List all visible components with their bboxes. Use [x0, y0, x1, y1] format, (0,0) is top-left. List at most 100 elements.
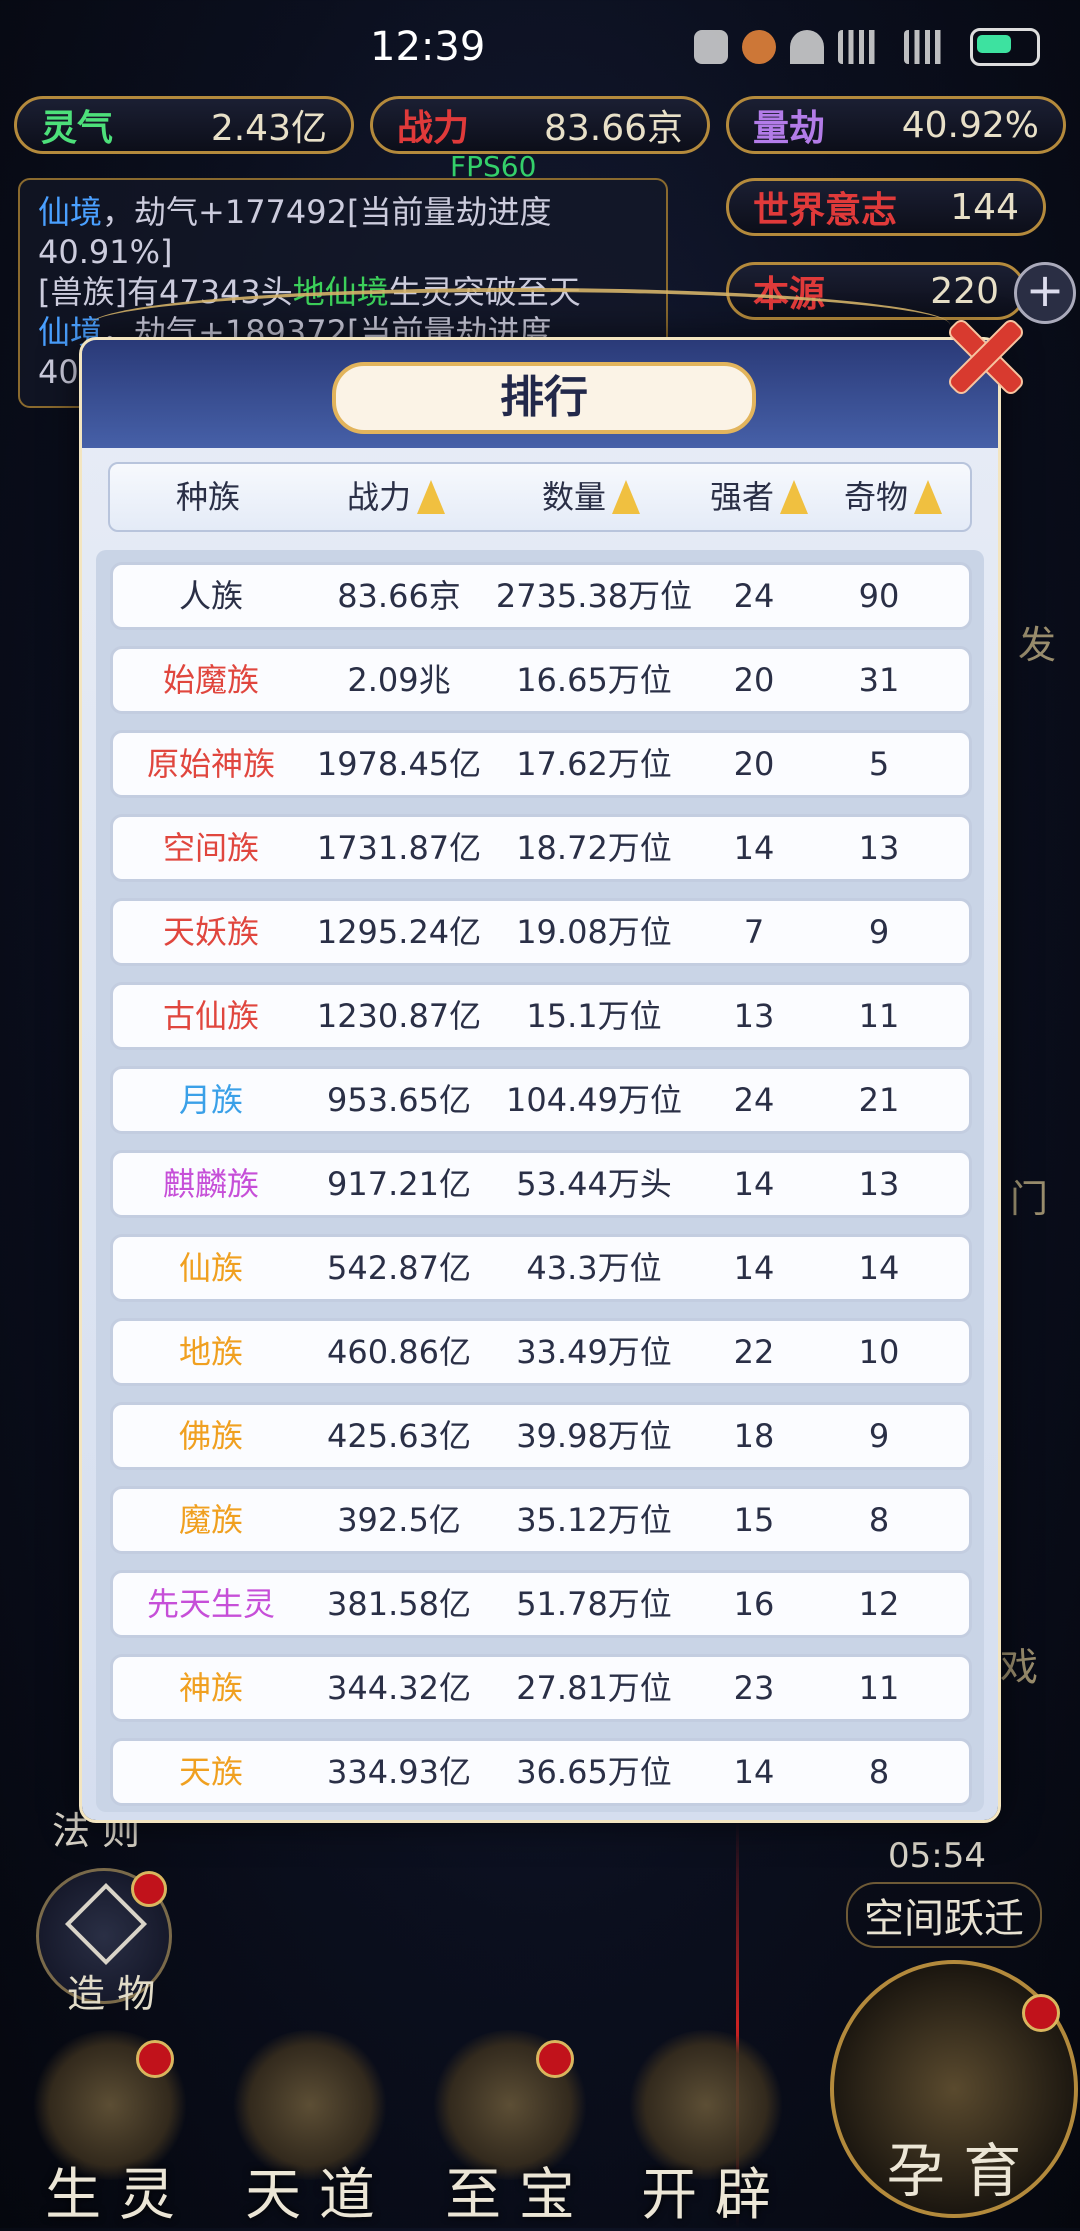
sort-arrow-icon — [417, 480, 445, 514]
header-power-sort[interactable]: 战力 — [306, 464, 486, 530]
log-line: 仙境，劫气+177492[当前量劫进度40.91%] — [38, 193, 552, 271]
nav-label: 至 宝 — [445, 2163, 575, 2228]
cell-count: 43.3万位 — [526, 1249, 662, 1287]
status-icons — [694, 28, 1040, 66]
cell-power: 1230.87亿 — [316, 997, 482, 1035]
cell-race: 古仙族 — [162, 997, 259, 1035]
nav-label: 开 辟 — [641, 2163, 771, 2228]
cell-strong: 14 — [733, 829, 775, 867]
table-row[interactable]: 天族 334.93亿 36.65万位 14 8 — [110, 1738, 972, 1806]
resource-lingqi: 灵气 2.43亿 — [14, 96, 354, 154]
ranking-list[interactable]: 人族 83.66京 2735.38万位 24 90 始魔族 2.09兆 16.65万位 20 31… — [96, 550, 984, 1812]
notification-dot — [131, 1871, 167, 1907]
cell-strong: 20 — [733, 745, 775, 783]
leap-timer: 05:54 — [888, 1836, 986, 1876]
cell-count: 19.08万位 — [516, 913, 672, 951]
cell-strong: 7 — [743, 913, 765, 951]
cell-strong: 13 — [733, 997, 775, 1035]
resource-value: 144 — [950, 186, 1019, 228]
table-row[interactable]: 地族 460.86亿 33.49万位 22 10 — [110, 1318, 972, 1386]
wifi-icon — [790, 30, 824, 64]
cell-power: 334.93亿 — [327, 1753, 471, 1791]
modal-header: 排行 — [82, 340, 998, 448]
cell-items: 11 — [858, 1669, 900, 1707]
header-items-sort[interactable]: 奇物 — [822, 464, 964, 530]
cell-race: 仙族 — [178, 1249, 243, 1287]
table-row[interactable]: 月族 953.65亿 104.49万位 24 21 — [110, 1066, 972, 1134]
notification-dot — [536, 2040, 574, 2078]
nav-tiandao[interactable]: 天 道 — [220, 2030, 400, 2228]
table-row[interactable]: 麒麟族 917.21亿 53.44万头 14 13 — [110, 1150, 972, 1218]
cell-count: 18.72万位 — [516, 829, 672, 867]
resource-value: 2.43亿 — [210, 108, 327, 149]
table-row[interactable]: 先天生灵 381.58亿 51.78万位 16 12 — [110, 1570, 972, 1638]
header-strong-sort[interactable]: 强者 — [696, 464, 822, 530]
nav-zhibao[interactable]: 至 宝 — [420, 2030, 600, 2228]
cell-race: 地族 — [178, 1333, 243, 1371]
alarm-icon — [742, 30, 776, 64]
cell-items: 31 — [858, 661, 900, 699]
cell-items: 8 — [868, 1753, 890, 1791]
header-race[interactable]: 种族 — [110, 464, 306, 530]
cell-power: 425.63亿 — [327, 1417, 471, 1455]
cell-strong: 20 — [733, 661, 775, 699]
cell-race: 天族 — [178, 1753, 243, 1791]
notification-dot — [136, 2040, 174, 2078]
nav-label: 生 灵 — [45, 2163, 175, 2228]
header-count-sort[interactable]: 数量 — [486, 464, 696, 530]
cell-race: 魔族 — [178, 1501, 243, 1539]
sort-arrow-icon — [780, 480, 808, 514]
table-row[interactable]: 始魔族 2.09兆 16.65万位 20 31 — [110, 646, 972, 714]
cell-power: 460.86亿 — [327, 1333, 471, 1371]
cell-power: 542.87亿 — [327, 1249, 471, 1287]
cell-count: 2735.38万位 — [495, 577, 693, 615]
cell-power: 1731.87亿 — [316, 829, 482, 867]
cell-count: 51.78万位 — [516, 1585, 672, 1623]
cell-strong: 18 — [733, 1417, 775, 1455]
cell-strong: 24 — [733, 577, 775, 615]
resource-value: 83.66京 — [543, 108, 683, 149]
cell-race: 始魔族 — [162, 661, 259, 699]
nav-kaipi[interactable]: 开 辟 — [616, 2030, 796, 2228]
sort-arrow-icon — [612, 480, 640, 514]
cell-strong: 24 — [733, 1081, 775, 1119]
cell-race: 天妖族 — [162, 913, 259, 951]
resource-zhanli: 战力 83.66京 — [370, 96, 710, 154]
side-label-men: 门 — [1010, 1177, 1049, 1221]
resource-liangjie[interactable]: 量劫 40.92% — [726, 96, 1066, 154]
nav-label: 孕 育 — [886, 2137, 1022, 2205]
table-row[interactable]: 古仙族 1230.87亿 15.1万位 13 11 — [110, 982, 972, 1050]
table-row[interactable]: 原始神族 1978.45亿 17.62万位 20 5 — [110, 730, 972, 798]
resource-label: 世界意志 — [753, 189, 898, 231]
table-row[interactable]: 空间族 1731.87亿 18.72万位 14 13 — [110, 814, 972, 882]
table-row[interactable]: 魔族 392.5亿 35.12万位 15 8 — [110, 1486, 972, 1554]
close-button[interactable] — [936, 306, 1032, 402]
nav-yunyu[interactable]: 孕 育 — [830, 1960, 1078, 2218]
cell-race: 佛族 — [178, 1417, 243, 1455]
cell-power: 2.09兆 — [347, 661, 451, 699]
table-row[interactable]: 神族 344.32亿 27.81万位 23 11 — [110, 1654, 972, 1722]
status-time: 12:39 — [370, 24, 486, 70]
make-button[interactable]: 造 物 — [36, 1868, 172, 2016]
battery-icon — [970, 28, 1040, 66]
resource-label: 量劫 — [753, 107, 826, 149]
cell-race: 先天生灵 — [146, 1585, 275, 1623]
resource-world-will[interactable]: 世界意志 144 — [726, 178, 1046, 236]
table-row[interactable]: 人族 83.66京 2735.38万位 24 90 — [110, 562, 972, 630]
table-row[interactable]: 仙族 542.87亿 43.3万位 14 14 — [110, 1234, 972, 1302]
notification-dot — [1022, 1994, 1060, 2032]
cell-items: 12 — [858, 1585, 900, 1623]
table-row[interactable]: 天妖族 1295.24亿 19.08万位 7 9 — [110, 898, 972, 966]
cell-count: 104.49万位 — [506, 1081, 682, 1119]
cell-count: 39.98万位 — [516, 1417, 672, 1455]
cell-strong: 23 — [733, 1669, 775, 1707]
cell-count: 17.62万位 — [516, 745, 672, 783]
table-header: 种族 战力 数量 强者 奇物 — [108, 462, 972, 532]
nav-shengling[interactable]: 生 灵 — [20, 2030, 200, 2228]
cell-items: 9 — [868, 913, 890, 951]
sort-arrow-icon — [914, 480, 942, 514]
table-row[interactable]: 佛族 425.63亿 39.98万位 18 9 — [110, 1402, 972, 1470]
cell-items: 21 — [858, 1081, 900, 1119]
ranking-modal: 排行 种族 战力 数量 强者 奇物 人族 83.66京 2735.38万位 24 90 始… — [82, 340, 998, 1820]
space-leap-button[interactable]: 空间跃迁 — [846, 1882, 1042, 1948]
